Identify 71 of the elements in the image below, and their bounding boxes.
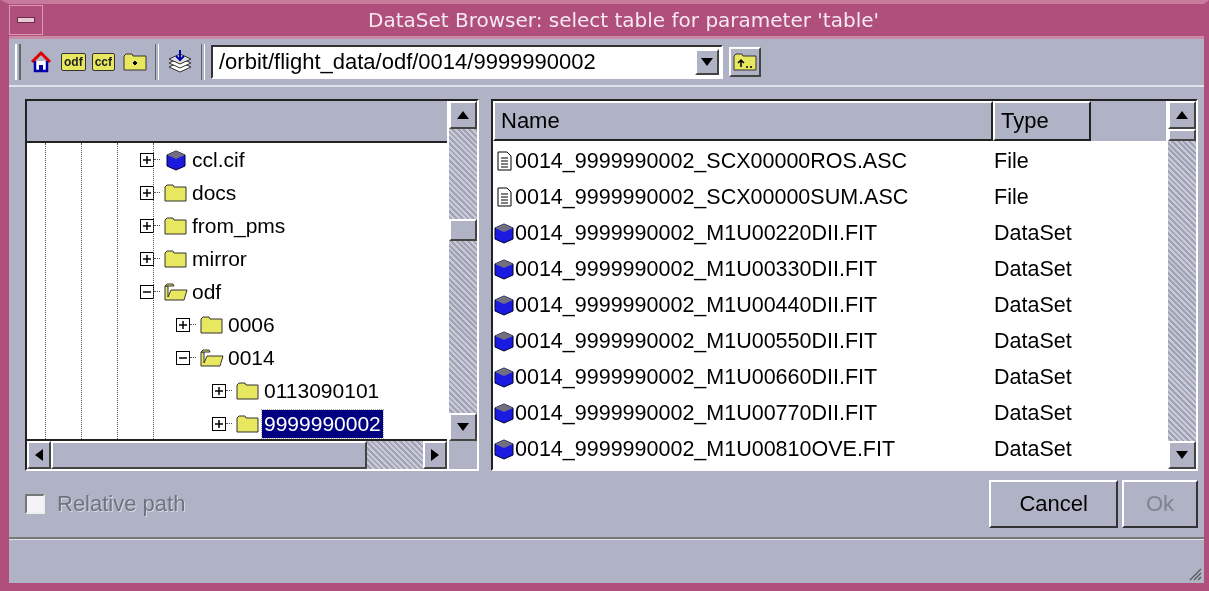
tree-item[interactable]: mirror bbox=[190, 244, 249, 273]
file-name[interactable]: 0014_9999990002_M1U00770DII.FIT bbox=[515, 400, 990, 426]
file-type: DataSet bbox=[993, 436, 1072, 462]
cube-icon bbox=[164, 148, 188, 171]
file-name[interactable]: 0014_9999990002_M1U00810OVE.FIT bbox=[515, 436, 990, 462]
file-type: File bbox=[993, 148, 1029, 174]
window-menu-button[interactable] bbox=[9, 5, 43, 35]
file-type: DataSet bbox=[993, 364, 1072, 390]
file-type: DataSet bbox=[993, 292, 1072, 318]
file-type: DataSet bbox=[993, 220, 1072, 246]
file-name[interactable]: 0014_9999990002_SCX00000ROS.ASC bbox=[515, 148, 990, 174]
path-combo[interactable]: /orbit/flight_data/odf/0014/9999990002 bbox=[211, 45, 723, 79]
collapse-toggle[interactable] bbox=[176, 350, 190, 365]
cube-icon bbox=[493, 366, 515, 388]
tree-item[interactable]: from_pms bbox=[190, 211, 288, 240]
folder-icon bbox=[236, 379, 260, 402]
tree-item[interactable]: odf bbox=[190, 277, 224, 306]
cube-icon bbox=[493, 294, 515, 316]
window-title: DataSet Browser: select table for parameter 'table' bbox=[367, 8, 880, 32]
tree-item[interactable]: 0113090101 bbox=[262, 376, 382, 405]
scroll-thumb[interactable] bbox=[51, 441, 367, 469]
expand-toggle[interactable] bbox=[176, 317, 190, 332]
cube-icon bbox=[493, 402, 515, 424]
folder-icon bbox=[164, 247, 188, 270]
folder-button[interactable]: odf bbox=[61, 53, 86, 71]
column-header[interactable]: Type bbox=[993, 101, 1091, 141]
expand-toggle[interactable] bbox=[140, 218, 154, 233]
tree-item[interactable]: 0014 bbox=[226, 343, 277, 372]
open-folder-icon bbox=[200, 346, 224, 369]
horizontal-scrollbar[interactable] bbox=[27, 439, 447, 469]
scroll-thumb[interactable] bbox=[1168, 129, 1196, 141]
tree-item[interactable]: ccl.cif bbox=[190, 145, 247, 174]
folder-button[interactable]: ccf bbox=[91, 53, 115, 71]
folder-icon bbox=[164, 214, 188, 237]
expand-toggle[interactable] bbox=[212, 383, 226, 398]
dialog-button[interactable]: Cancel bbox=[989, 480, 1118, 528]
expand-toggle[interactable] bbox=[140, 152, 154, 167]
cube-icon bbox=[493, 330, 515, 352]
folder-icon bbox=[236, 412, 260, 435]
file-type: File bbox=[993, 184, 1029, 210]
collapse-toggle[interactable] bbox=[140, 284, 154, 299]
caret-icon[interactable] bbox=[701, 58, 713, 66]
cube-icon bbox=[493, 438, 515, 460]
tree-item[interactable]: 9999990002 bbox=[262, 409, 383, 438]
file-type: DataSet bbox=[993, 328, 1072, 354]
new-folder-button[interactable] bbox=[121, 52, 149, 72]
file-name[interactable]: 0014_9999990002_M1U00330DII.FIT bbox=[515, 256, 990, 282]
column-header[interactable]: Name bbox=[493, 101, 993, 141]
file-name[interactable]: 0014_9999990002_M1U00220DII.FIT bbox=[515, 220, 990, 246]
cube-icon bbox=[493, 258, 515, 280]
expand-toggle[interactable] bbox=[140, 251, 154, 266]
folder-icon bbox=[200, 313, 224, 336]
cube-icon bbox=[493, 222, 515, 244]
vertical-scrollbar[interactable] bbox=[1166, 101, 1196, 469]
checkbox-label: Relative path bbox=[57, 491, 186, 517]
toolbar-handle[interactable] bbox=[15, 44, 21, 80]
file-type: DataSet bbox=[993, 400, 1072, 426]
tree-item[interactable]: docs bbox=[190, 178, 239, 207]
file-name[interactable]: 0014_9999990002_M1U00550DII.FIT bbox=[515, 328, 990, 354]
expand-toggle[interactable] bbox=[140, 185, 154, 200]
file-name[interactable]: 0014_9999990002_M1U00660DII.FIT bbox=[515, 364, 990, 390]
file-name[interactable]: 0014_9999990002_SCX00000SUM.ASC bbox=[515, 184, 990, 210]
vertical-scrollbar[interactable] bbox=[447, 101, 477, 469]
file-name[interactable]: 0014_9999990002_M1U00440DII.FIT bbox=[515, 292, 990, 318]
open-folder-icon bbox=[164, 280, 188, 303]
scroll-thumb[interactable] bbox=[449, 219, 477, 241]
file-type: DataSet bbox=[993, 256, 1072, 282]
folder-icon bbox=[164, 181, 188, 204]
expand-toggle[interactable] bbox=[212, 416, 226, 431]
tree-item[interactable]: 0006 bbox=[226, 310, 277, 339]
parent-folder-button[interactable] bbox=[729, 47, 761, 77]
